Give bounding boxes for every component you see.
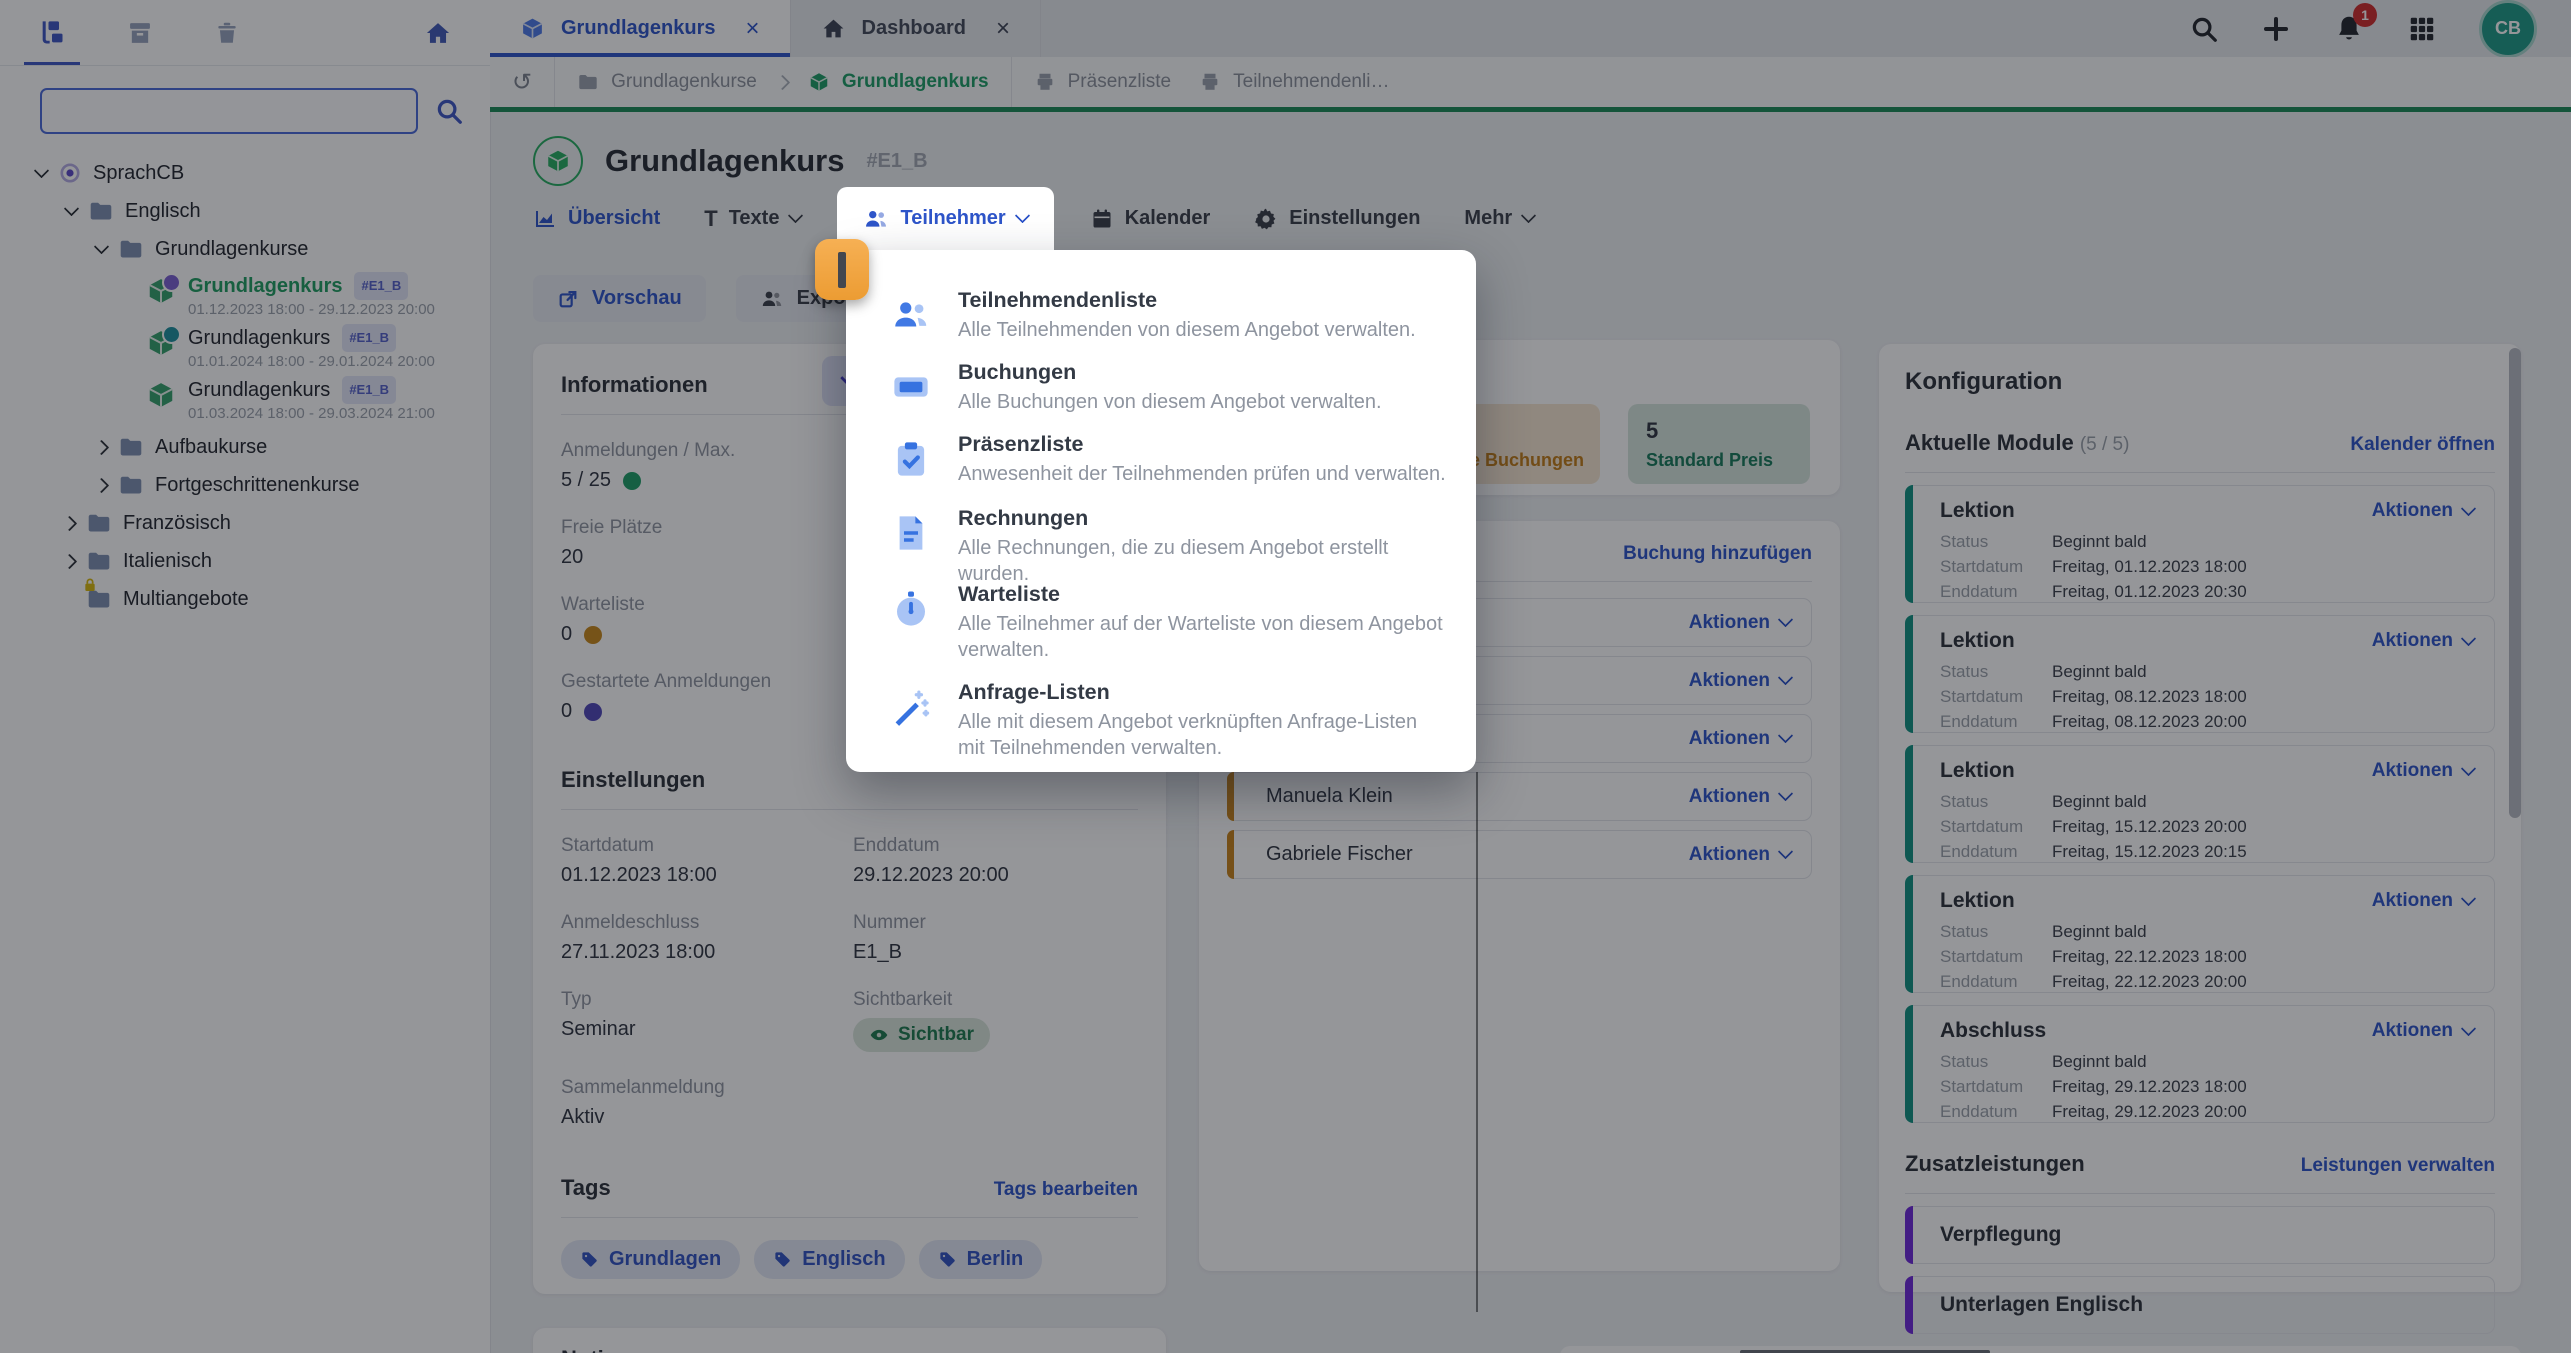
menu-item-buchungen[interactable]: Buchungen Alle Buchungen von diesem Angeb… (890, 358, 1446, 415)
text-cursor-icon (838, 252, 846, 288)
menu-item-anfrage-listen[interactable]: Anfrage-Listen Alle mit diesem Angebot ve… (890, 678, 1446, 761)
stopwatch-icon (890, 580, 932, 663)
cursor-indicator (815, 239, 869, 300)
dropdown-edge-line (1476, 772, 1478, 1312)
menu-item-title: Anfrage-Listen (958, 680, 1110, 704)
menu-item-title: Rechnungen (958, 506, 1088, 530)
menu-item-desc: Alle Teilnehmer auf der Warteliste von d… (958, 611, 1446, 663)
menu-item-desc: Anwesenheit der Teilnehmenden prüfen und… (958, 461, 1446, 487)
menu-item-desc: Alle Buchungen von diesem Angebot verwal… (958, 389, 1382, 415)
menu-item-rechnungen[interactable]: RechnungenAlle Rechnungen, die zu diesem… (890, 504, 1446, 587)
users-icon (863, 206, 889, 232)
menu-item-title: Teilnehmendenliste (958, 288, 1157, 312)
menu-item-title: Präsenzliste (958, 432, 1083, 456)
users-icon (890, 286, 932, 343)
magic-wand-icon (890, 678, 932, 761)
menu-item-praesenzliste[interactable]: Präsenzliste Anwesenheit der Teilnehmende… (890, 430, 1446, 487)
teilnehmer-dropdown-menu: Teilnehmendenliste Alle Teilnehmenden von… (846, 250, 1476, 772)
invoice-icon (890, 504, 932, 587)
menu-item-warteliste[interactable]: Warteliste Alle Teilnehmer auf der Wartel… (890, 580, 1446, 663)
ticket-icon (890, 358, 932, 415)
menu-item-teilnehmendenliste[interactable]: Teilnehmendenliste Alle Teilnehmenden von… (890, 286, 1446, 343)
menu-item-desc: Alle mit diesem Angebot verknüpften Anfr… (958, 709, 1446, 761)
app-window: SprachCB Englisch Grundlagenkurse Grundl… (0, 0, 2571, 1353)
nav-teilnehmer[interactable]: Teilnehmer (837, 187, 1053, 250)
menu-item-title: Warteliste (958, 582, 1060, 606)
menu-item-title: Buchungen (958, 360, 1076, 384)
clipboard-check-icon (890, 430, 932, 487)
chevron-down-icon (1014, 208, 1030, 224)
menu-item-desc: Alle Teilnehmenden von diesem Angebot ve… (958, 317, 1416, 343)
